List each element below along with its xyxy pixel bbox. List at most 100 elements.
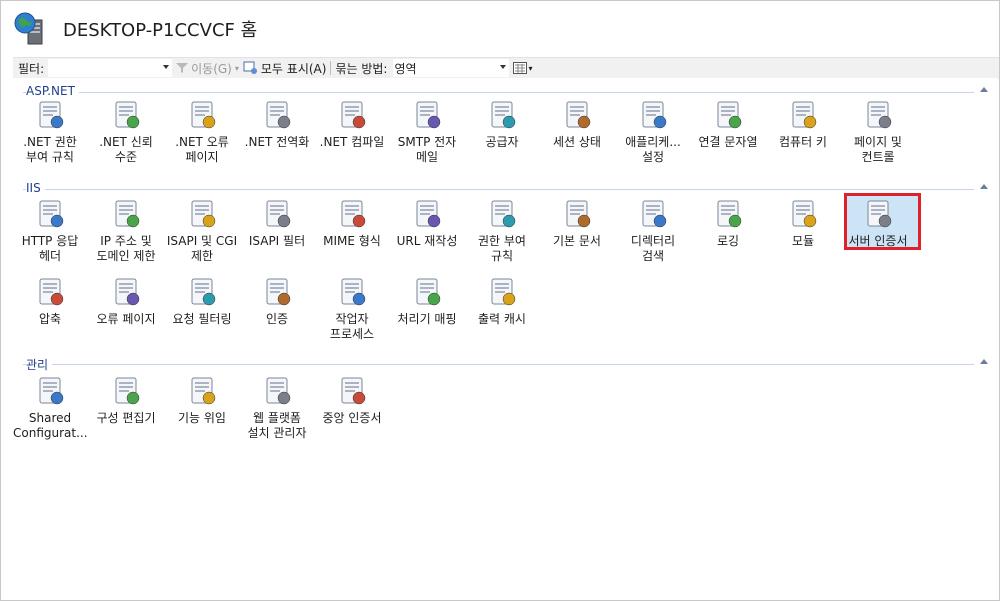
feature-label: .NET 신뢰 수준 <box>99 135 153 164</box>
app-settings-icon <box>637 99 669 131</box>
feature-session-state[interactable]: 세션 상태 <box>540 99 614 150</box>
group-header-aspnet[interactable]: ASP.NET <box>13 84 988 100</box>
feature-mime-types[interactable]: MIME 형식 <box>315 198 389 249</box>
show-all-button[interactable]: 모두 표시(A) <box>243 58 326 78</box>
feature-web-platform-installer[interactable]: 웹 플랫폼 설치 관리자 <box>240 375 314 441</box>
feature-shared-configuration[interactable]: Shared Configurat... <box>13 375 87 441</box>
feature-label: 애플리케... 설정 <box>625 135 681 164</box>
http-response-headers-icon <box>34 198 66 230</box>
go-button[interactable]: 이동(G) ▾ <box>175 58 239 78</box>
feature-connection-string[interactable]: 연결 문자열 <box>691 99 765 150</box>
group-header-management[interactable]: 관리 <box>13 356 988 373</box>
feature-label: 공급자 <box>485 135 519 149</box>
feature-label: 압축 <box>38 312 62 326</box>
feature-label: .NET 컴파일 <box>319 135 385 149</box>
feature-label: 인증 <box>265 312 289 326</box>
compile-stack-icon <box>336 99 368 131</box>
server-globe-icon <box>14 12 46 46</box>
compression-icon <box>34 276 66 308</box>
request-filtering-icon <box>186 276 218 308</box>
configuration-editor-icon <box>110 375 142 407</box>
server-certificates-icon <box>862 198 894 230</box>
feature-label: SMTP 전자 메일 <box>397 135 457 164</box>
feature-providers[interactable]: 공급자 <box>465 99 539 150</box>
feature-compile-stack[interactable]: .NET 컴파일 <box>315 99 389 150</box>
feature-app-settings[interactable]: 애플리케... 설정 <box>616 99 690 165</box>
feature-server-certificates[interactable]: 서버 인증서 <box>841 198 915 249</box>
page-header: DESKTOP-P1CCVCF 홈 <box>0 0 1000 55</box>
feature-authentication[interactable]: 인증 <box>240 276 314 327</box>
group-by-select[interactable]: 영역 <box>393 59 510 77</box>
feature-handler-mappings[interactable]: 처리기 매핑 <box>390 276 464 327</box>
feature-isapi-filter[interactable]: ISAPI 필터 <box>240 198 314 249</box>
feature-label: Shared Configurat... <box>13 411 87 440</box>
feature-pages-controls[interactable]: 페이지 및 컨트롤 <box>841 99 915 165</box>
feature-label: 기본 문서 <box>553 234 601 248</box>
feature-isapi-cgi[interactable]: ISAPI 및 CGI 제한 <box>165 198 239 264</box>
show-all-icon <box>243 61 259 75</box>
feature-error-pages[interactable]: 오류 페이지 <box>89 276 163 327</box>
feature-label: 요청 필터링 <box>172 312 232 326</box>
feature-error-404[interactable]: .NET 오류 페이지 <box>165 99 239 165</box>
group-divider <box>23 92 974 93</box>
feature-worker-processes[interactable]: 작업자 프로세스 <box>315 276 389 342</box>
collapse-icon[interactable] <box>980 87 988 92</box>
feature-label: 서버 인증서 <box>848 234 908 248</box>
feature-label: 웹 플랫폼 설치 관리자 <box>247 411 307 440</box>
session-state-icon <box>561 99 593 131</box>
group-header-iis[interactable]: IIS <box>13 181 988 197</box>
feature-configuration-editor[interactable]: 구성 편집기 <box>89 375 163 426</box>
error-pages-icon <box>110 276 142 308</box>
feature-label: 컴퓨터 키 <box>779 135 827 149</box>
feature-authorization-lock[interactable]: .NET 권한 부여 규칙 <box>13 99 87 165</box>
directory-browsing-icon <box>637 198 669 230</box>
feature-default-document[interactable]: 기본 문서 <box>540 198 614 249</box>
feature-ip-restrictions[interactable]: IP 주소 및 도메인 제한 <box>89 198 163 264</box>
collapse-icon[interactable] <box>980 184 988 189</box>
feature-compression[interactable]: 압축 <box>13 276 87 327</box>
toolbar-separator <box>330 61 332 75</box>
collapse-icon[interactable] <box>980 359 988 364</box>
feature-output-cache[interactable]: 출력 캐시 <box>465 276 539 327</box>
web-platform-installer-icon <box>261 375 293 407</box>
feature-centralized-certificates[interactable]: 중앙 인증서 <box>315 375 389 426</box>
feature-feature-delegation[interactable]: 기능 위임 <box>165 375 239 426</box>
authorization-lock-icon <box>34 99 66 131</box>
logging-icon <box>712 198 744 230</box>
feature-authorization-rules[interactable]: 권한 부여 규칙 <box>465 198 539 264</box>
feature-request-filtering[interactable]: 요청 필터링 <box>165 276 239 327</box>
feature-smtp-mail[interactable]: SMTP 전자 메일 <box>390 99 464 165</box>
feature-label: 로깅 <box>716 234 740 248</box>
feature-label: 권한 부여 규칙 <box>478 234 526 263</box>
url-rewrite-icon <box>411 198 443 230</box>
chevron-down-icon: ▾ <box>528 63 533 73</box>
feature-http-response-headers[interactable]: HTTP 응답 헤더 <box>13 198 87 264</box>
worker-processes-icon <box>336 276 368 308</box>
group-by-label: 묶는 방법: <box>335 61 388 76</box>
filter-input[interactable] <box>48 59 173 77</box>
feature-label: 디렉터리 검색 <box>630 234 676 263</box>
feature-logging[interactable]: 로깅 <box>691 198 765 249</box>
feature-label: 출력 캐시 <box>478 312 526 326</box>
ip-restrictions-icon <box>110 198 142 230</box>
feature-label: MIME 형식 <box>323 234 381 248</box>
view-grid-icon <box>513 62 528 74</box>
view-button[interactable]: ▾ <box>513 58 533 78</box>
handler-mappings-icon <box>411 276 443 308</box>
feature-directory-browsing[interactable]: 디렉터리 검색 <box>616 198 690 264</box>
centralized-certificates-icon <box>336 375 368 407</box>
feature-label: 페이지 및 컨트롤 <box>854 135 902 164</box>
pages-controls-icon <box>862 99 894 131</box>
feature-label: 처리기 매핑 <box>397 312 457 326</box>
default-document-icon <box>561 198 593 230</box>
chevron-down-icon <box>163 65 170 69</box>
smtp-mail-icon <box>411 99 443 131</box>
feature-machine-key[interactable]: 컴퓨터 키 <box>766 99 840 150</box>
feature-modules[interactable]: 모듈 <box>766 198 840 249</box>
feature-url-rewrite[interactable]: URL 재작성 <box>390 198 464 249</box>
feature-label: 중앙 인증서 <box>322 411 382 425</box>
feature-globe-check[interactable]: .NET 신뢰 수준 <box>89 99 163 165</box>
feature-globe-stand[interactable]: .NET 전역화 <box>240 99 314 150</box>
page-title: DESKTOP-P1CCVCF 홈 <box>63 20 258 41</box>
feature-label: HTTP 응답 헤더 <box>21 234 79 263</box>
